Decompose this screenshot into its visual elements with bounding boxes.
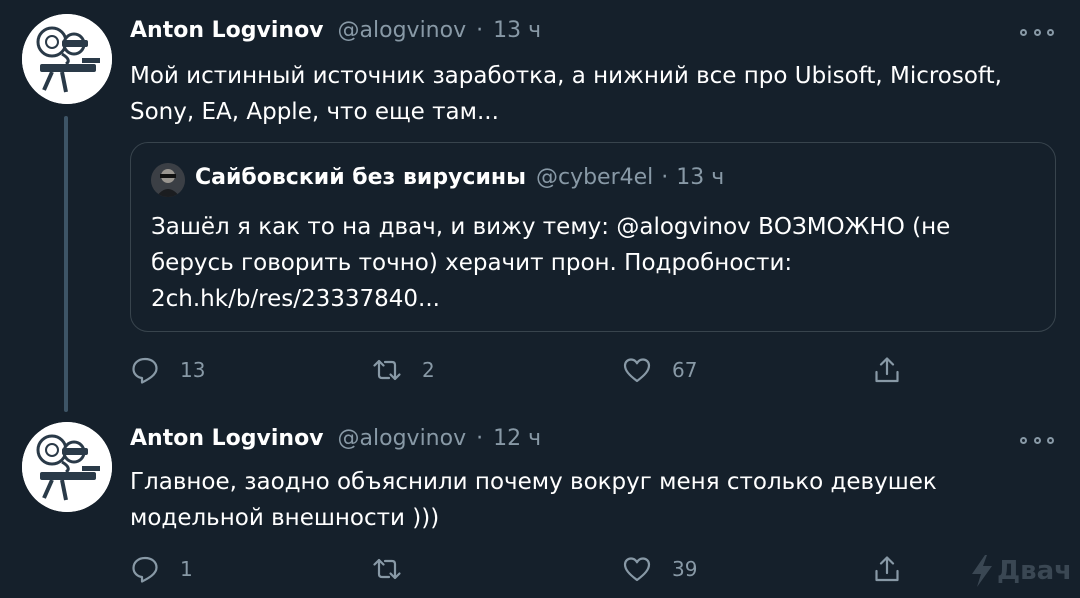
author-handle[interactable]: @alogvinov <box>338 426 467 451</box>
tweet-text: Главное, заодно объяснили почему вокруг … <box>130 464 1050 536</box>
reply-count: 13 <box>180 358 206 382</box>
tweet-text: Мой истинный источник заработка, а нижни… <box>130 58 1050 130</box>
quoted-timestamp[interactable]: 13 ч <box>676 165 724 190</box>
heart-icon <box>623 358 651 383</box>
like-button[interactable]: 39 <box>622 549 697 589</box>
avatar-illustration-icon <box>22 422 112 512</box>
like-count: 39 <box>672 557 698 581</box>
tweet-header: Anton Logvinov @alogvinov · 13 ч <box>130 18 541 48</box>
more-icon[interactable] <box>1020 430 1054 450</box>
retweet-icon <box>373 558 401 580</box>
lightning-bolt-icon <box>971 555 992 587</box>
quoted-tweet[interactable]: Сайбовский без вирусины @cyber4el · 13 ч… <box>130 142 1056 332</box>
separator-dot: · <box>476 426 484 451</box>
quoted-text-line: берусь говорить точно) херачит прон. Под… <box>151 250 793 276</box>
quoted-avatar-photo-icon <box>151 163 185 197</box>
tweet-actions: 13 2 67 <box>130 350 1050 390</box>
separator-dot: · <box>476 18 484 43</box>
author-name[interactable]: Anton Logvinov <box>130 18 324 43</box>
tweet-header: Anton Logvinov @alogvinov · 12 ч <box>130 426 541 456</box>
author-name[interactable]: Anton Logvinov <box>130 426 324 451</box>
watermark-text: Двач <box>996 556 1072 586</box>
author-handle[interactable]: @alogvinov <box>338 18 467 43</box>
separator-dot: · <box>661 165 669 190</box>
share-button[interactable] <box>872 549 902 589</box>
retweet-icon <box>373 359 401 381</box>
avatar[interactable] <box>22 422 112 512</box>
quoted-tweet-header: Сайбовский без вирусины @cyber4el · 13 ч <box>195 165 724 190</box>
share-icon <box>875 556 899 582</box>
reply-icon <box>132 556 158 583</box>
like-count: 67 <box>672 358 698 382</box>
avatar[interactable] <box>22 14 112 104</box>
heart-icon <box>623 557 651 582</box>
reply-button[interactable]: 13 <box>130 350 205 390</box>
timestamp[interactable]: 12 ч <box>493 426 541 451</box>
share-icon <box>875 357 899 383</box>
reply-count: 1 <box>180 557 193 581</box>
share-button[interactable] <box>872 350 902 390</box>
retweet-button[interactable]: 2 <box>372 350 435 390</box>
tweet-text-line: Sony, EA, Apple, что еще там... <box>130 99 499 125</box>
quoted-tweet-text: Зашёл я как то на двач, и вижу тему: @al… <box>151 209 1041 317</box>
retweet-button[interactable] <box>372 549 422 589</box>
avatar-illustration-icon <box>22 14 112 104</box>
tweet-actions: 1 39 <box>130 549 1050 589</box>
reply-icon <box>132 357 158 384</box>
tweet-text-line: Главное, заодно объяснили почему вокруг … <box>130 469 937 495</box>
timestamp[interactable]: 13 ч <box>493 18 541 43</box>
more-icon[interactable] <box>1020 22 1054 42</box>
quoted-avatar[interactable] <box>151 163 185 197</box>
watermark: Двач <box>969 554 1072 588</box>
quoted-author-name[interactable]: Сайбовский без вирусины <box>195 165 526 190</box>
retweet-count: 2 <box>422 358 435 382</box>
like-button[interactable]: 67 <box>622 350 697 390</box>
quoted-text-line: 2ch.hk/b/res/23337840... <box>151 286 440 312</box>
tweet-text-line: модельной внешности ))) <box>130 505 440 531</box>
quoted-text-line: Зашёл я как то на двач, и вижу тему: @al… <box>151 214 951 240</box>
tweet-text-line: Мой истинный источник заработка, а нижни… <box>130 63 1002 89</box>
quoted-author-handle[interactable]: @cyber4el <box>536 165 653 190</box>
thread-connector-line <box>64 116 68 412</box>
reply-button[interactable]: 1 <box>130 549 193 589</box>
